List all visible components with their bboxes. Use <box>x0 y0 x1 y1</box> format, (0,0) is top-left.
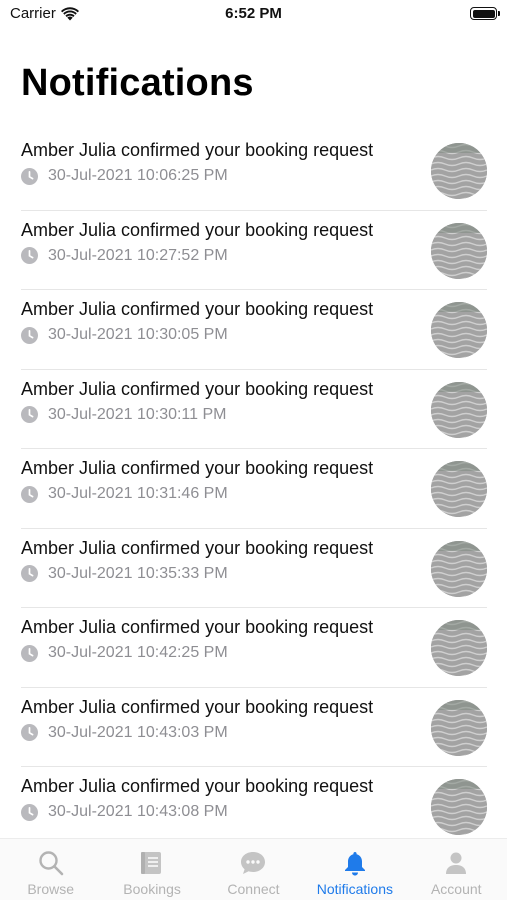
clock-icon <box>21 326 38 344</box>
clock-icon <box>21 406 38 423</box>
notification-timestamp: 30-Jul-2021 10:35:33 PM <box>48 564 228 582</box>
tab-notifications[interactable]: Notifications <box>304 839 405 900</box>
notification-meta: 30-Jul-2021 10:31:46 PM <box>21 485 228 503</box>
tab-label-browse: Browse <box>27 881 75 897</box>
avatar <box>431 461 487 517</box>
notification-meta: 30-Jul-2021 10:27:52 PM <box>21 247 228 265</box>
notification-item[interactable]: Amber Julia confirmed your booking reque… <box>21 211 487 290</box>
notification-text: Amber Julia confirmed your booking reque… <box>21 617 374 637</box>
notification-text: Amber Julia confirmed your booking reque… <box>21 378 374 399</box>
clock-icon <box>21 485 38 503</box>
notification-item[interactable]: Amber Julia confirmed your booking reque… <box>21 767 487 847</box>
notification-item[interactable]: Amber Julia confirmed your booking reque… <box>21 290 487 370</box>
avatar <box>431 620 487 676</box>
notification-item[interactable]: Amber Julia confirmed your booking reque… <box>21 529 487 608</box>
avatar <box>431 381 487 438</box>
tab-bookings[interactable]: Bookings <box>101 839 202 900</box>
tab-label-connect: Connect <box>227 881 280 897</box>
notification-timestamp: 30-Jul-2021 10:43:03 PM <box>48 723 228 741</box>
status-bar: Carrier 6:52 PM <box>0 0 507 30</box>
avatar <box>431 143 487 199</box>
notification-timestamp: 30-Jul-2021 10:43:08 PM <box>48 803 228 820</box>
notification-meta: 30-Jul-2021 10:43:03 PM <box>21 724 228 742</box>
clock-icon <box>21 565 38 582</box>
notification-text: Amber Julia confirmed your booking reque… <box>21 219 374 240</box>
avatar <box>431 699 487 756</box>
tab-label-notifications: Notifications <box>316 881 393 897</box>
clock-icon <box>21 803 38 821</box>
status-time: 6:52 PM <box>225 5 282 22</box>
notification-timestamp: 30-Jul-2021 10:06:25 PM <box>48 167 228 184</box>
notification-meta: 30-Jul-2021 10:30:05 PM <box>21 326 228 344</box>
bookings-icon <box>141 852 162 874</box>
notification-list: Amber Julia confirmed your booking reque… <box>0 131 507 847</box>
notification-timestamp: 30-Jul-2021 10:42:25 PM <box>48 644 228 661</box>
avatar <box>431 222 487 279</box>
notification-text: Amber Julia confirmed your booking reque… <box>21 537 374 558</box>
notification-timestamp: 30-Jul-2021 10:27:52 PM <box>48 246 228 264</box>
avatar <box>431 779 487 835</box>
search-icon <box>38 851 63 876</box>
notification-timestamp: 30-Jul-2021 10:30:11 PM <box>48 405 227 423</box>
clock-icon <box>21 247 38 264</box>
notification-meta: 30-Jul-2021 10:35:33 PM <box>21 565 228 583</box>
notification-meta: 30-Jul-2021 10:30:11 PM <box>21 406 226 424</box>
person-icon <box>446 852 467 874</box>
notification-item[interactable]: Amber Julia confirmed your booking reque… <box>21 608 487 688</box>
notification-text: Amber Julia confirmed your booking reque… <box>21 140 374 160</box>
clock-icon <box>21 644 38 662</box>
tab-connect[interactable]: Connect <box>203 839 304 900</box>
avatar <box>431 540 487 597</box>
tab-account[interactable]: Account <box>406 839 507 900</box>
avatar <box>431 302 487 358</box>
notification-timestamp: 30-Jul-2021 10:30:05 PM <box>48 326 228 343</box>
notification-item[interactable]: Amber Julia confirmed your booking reque… <box>21 449 487 529</box>
tab-label-bookings: Bookings <box>123 881 181 897</box>
notification-meta: 30-Jul-2021 10:06:25 PM <box>21 167 228 185</box>
chat-bubble-icon <box>241 852 266 874</box>
notification-meta: 30-Jul-2021 10:43:08 PM <box>21 803 228 821</box>
notification-item[interactable]: Amber Julia confirmed your booking reque… <box>21 688 487 767</box>
clock-icon <box>21 167 38 185</box>
tab-bar: Browse Bookings Connect Notifications Ac… <box>0 838 507 900</box>
notification-text: Amber Julia confirmed your booking reque… <box>21 458 374 478</box>
page-title: Notifications <box>21 62 254 104</box>
notifications-screen: Carrier 6:52 PM Notifications Amber Juli… <box>0 0 507 900</box>
notification-timestamp: 30-Jul-2021 10:31:46 PM <box>48 485 228 502</box>
bell-icon <box>344 852 365 876</box>
tab-label-account: Account <box>430 881 482 897</box>
notification-text: Amber Julia confirmed your booking reque… <box>21 299 374 319</box>
notification-meta: 30-Jul-2021 10:42:25 PM <box>21 644 228 662</box>
clock-icon <box>21 724 38 741</box>
notification-item[interactable]: Amber Julia confirmed your booking reque… <box>21 131 487 211</box>
notification-text: Amber Julia confirmed your booking reque… <box>21 696 374 717</box>
notification-item[interactable]: Amber Julia confirmed your booking reque… <box>21 370 487 449</box>
battery-icon <box>470 7 500 20</box>
notification-text: Amber Julia confirmed your booking reque… <box>21 776 374 796</box>
tab-browse[interactable]: Browse <box>0 839 101 900</box>
